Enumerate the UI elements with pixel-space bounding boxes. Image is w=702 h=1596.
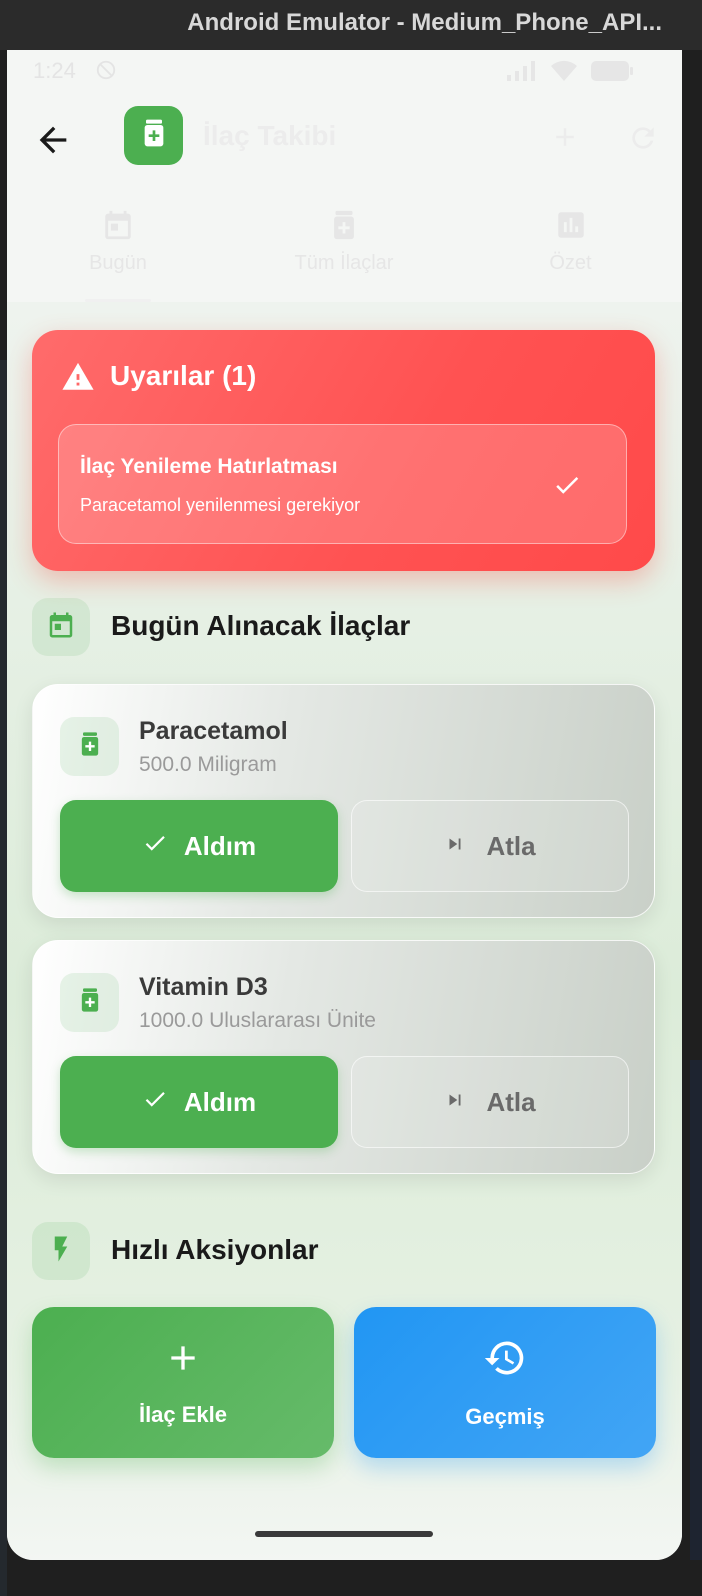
calendar-today-icon <box>101 208 135 247</box>
warning-icon <box>61 360 95 399</box>
add-icon <box>163 1338 203 1384</box>
home-indicator[interactable] <box>255 1531 433 1537</box>
tab-indicator <box>85 299 151 302</box>
take-button-label: Aldım <box>183 1086 257 1117</box>
medication-dose: 500.0 Miligram <box>139 753 277 776</box>
check-icon[interactable] <box>552 470 582 500</box>
today-section-title: Bugün Alınacak İlaçlar <box>111 610 411 641</box>
history-label: Geçmiş <box>465 1403 545 1429</box>
wifi-icon <box>550 60 578 87</box>
skip-next-icon <box>444 831 466 862</box>
check-icon <box>142 830 168 863</box>
add-medication-button[interactable]: İlaç Ekle <box>32 1307 334 1458</box>
alert-item-title: İlaç Yenileme Hatırlatması <box>80 455 338 478</box>
alerts-card: Uyarılar (1) İlaç Yenileme Hatırlatması … <box>32 330 655 571</box>
battery-icon <box>590 60 634 87</box>
tab-label: Bugün <box>89 252 147 274</box>
alert-item[interactable]: İlaç Yenileme Hatırlatması Paracetamol y… <box>58 424 627 544</box>
window-title: Android Emulator - Medium_Phone_API... <box>187 9 662 36</box>
quick-actions-title: Hızlı Aksiyonlar <box>111 1234 319 1265</box>
skip-button[interactable]: Atla <box>351 800 629 892</box>
tab-all-medications[interactable]: Tüm İlaçlar <box>229 200 459 302</box>
app-title: İlaç Takibi <box>203 120 337 151</box>
today-section-icon <box>32 598 90 656</box>
history-button[interactable]: Geçmiş <box>354 1307 656 1458</box>
refresh-icon[interactable] <box>627 122 659 154</box>
calendar-today-icon <box>46 610 76 645</box>
background-editor-strip-left <box>0 360 7 1596</box>
quick-actions-section-icon <box>32 1222 90 1280</box>
skip-next-icon <box>444 1087 466 1118</box>
app-bar: İlaç Takibi <box>7 90 682 190</box>
status-bar: 1:24 <box>7 50 682 90</box>
back-arrow-icon[interactable] <box>33 120 73 160</box>
signal-icon <box>506 61 538 86</box>
status-time: 1:24 <box>33 58 76 83</box>
skip-button[interactable]: Atla <box>351 1056 629 1148</box>
alerts-title: Uyarılar (1) <box>110 360 257 391</box>
tab-bar: Bugün Tüm İlaçlar Özet <box>7 200 682 302</box>
tab-today[interactable]: Bugün <box>7 200 229 302</box>
tab-label: Özet <box>549 252 592 274</box>
take-button[interactable]: Aldım <box>60 800 338 892</box>
check-icon <box>142 1086 168 1119</box>
medication-dose: 1000.0 Uluslararası Ünite <box>139 1009 376 1032</box>
tab-label: Tüm İlaçlar <box>294 252 394 274</box>
medication-name: Paracetamol <box>139 717 288 745</box>
app-logo <box>124 106 183 165</box>
medication-name: Vitamin D3 <box>139 973 268 1001</box>
skip-button-label: Atla <box>486 1086 536 1117</box>
lightning-icon <box>46 1234 76 1269</box>
add-icon[interactable] <box>550 122 580 152</box>
medication-card-icon <box>60 973 119 1032</box>
medication-card-icon <box>60 717 119 776</box>
background-editor-strip-right <box>690 1060 702 1560</box>
medication-icon <box>76 730 104 763</box>
skip-button-label: Atla <box>486 830 536 861</box>
chart-icon <box>554 208 588 247</box>
take-button[interactable]: Aldım <box>60 1056 338 1148</box>
medication-card: Paracetamol 500.0 Miligram Aldım Atla <box>32 684 655 918</box>
medication-icon <box>138 117 170 154</box>
medication-icon <box>327 208 361 247</box>
medication-icon <box>76 986 104 1019</box>
take-button-label: Aldım <box>183 830 257 861</box>
alert-item-message: Paracetamol yenilenmesi gerekiyor <box>80 495 361 515</box>
history-icon <box>483 1336 527 1386</box>
phone-screen: 1:24 İlaç Takibi Bugün Tüm İlaçlar Özet … <box>7 50 682 1560</box>
add-medication-label: İlaç Ekle <box>138 1401 228 1427</box>
dnd-icon <box>95 59 117 86</box>
medication-card: Vitamin D3 1000.0 Uluslararası Ünite Ald… <box>32 940 655 1174</box>
tab-summary[interactable]: Özet <box>459 200 682 302</box>
emulator-titlebar: Android Emulator - Medium_Phone_API... <box>0 0 702 50</box>
